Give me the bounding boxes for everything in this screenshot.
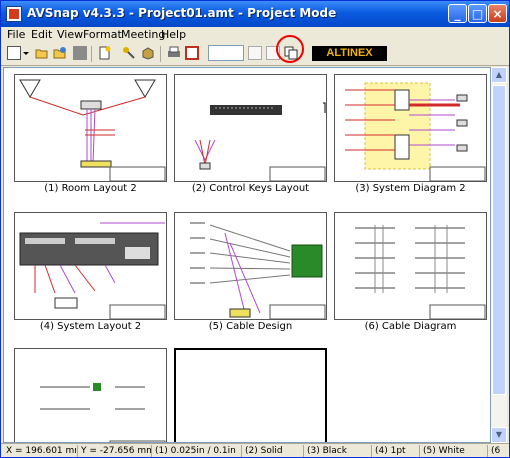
close-button[interactable]: × bbox=[488, 4, 507, 23]
app-window: AVSnap v4.3.3 - Project01.amt - Project … bbox=[0, 0, 510, 458]
box-icon[interactable] bbox=[141, 46, 155, 60]
page-icon[interactable] bbox=[248, 46, 262, 60]
menu-file[interactable]: File bbox=[7, 28, 25, 41]
cable-diagram-drawing bbox=[355, 225, 486, 320]
new-file-icon[interactable] bbox=[7, 46, 21, 60]
room-layout-drawing bbox=[19, 79, 166, 182]
status-bar: X = 196.601 mm Y = -27.656 mm (1) 0.025i… bbox=[1, 443, 509, 457]
chevron-down-icon[interactable] bbox=[22, 46, 30, 60]
page-caption: (3) System Diagram 2 bbox=[355, 183, 466, 194]
zoom-field[interactable] bbox=[208, 45, 244, 61]
system-layout-drawing bbox=[19, 222, 166, 320]
toolbar-separator bbox=[160, 46, 161, 62]
page-sheet bbox=[174, 74, 327, 182]
page-thumbnail-4[interactable]: (4) System Layout 2 bbox=[14, 212, 167, 332]
new-page-icon[interactable] bbox=[98, 46, 112, 60]
status-more: (6 bbox=[487, 445, 509, 457]
print-icon[interactable] bbox=[167, 46, 181, 60]
altinex-logo: ALTINEX bbox=[312, 46, 387, 61]
page-sheet bbox=[14, 74, 167, 182]
page-sheet bbox=[174, 348, 327, 442]
status-grid: (1) 0.025in / 0.1in bbox=[151, 445, 241, 457]
page-thumbnail-6[interactable]: (6) Cable Diagram bbox=[334, 212, 487, 332]
page-thumbnail-1[interactable]: (1) Room Layout 2 bbox=[14, 74, 167, 194]
page-thumbnail-5[interactable]: (5) Cable Design bbox=[174, 212, 327, 332]
menu-view[interactable]: View bbox=[57, 28, 83, 41]
title-bar[interactable]: AVSnap v4.3.3 - Project01.amt - Project … bbox=[1, 1, 509, 27]
page-sheet bbox=[14, 212, 167, 320]
status-color: (3) Black bbox=[303, 445, 371, 457]
page-thumbnail-8[interactable] bbox=[174, 348, 327, 442]
minimize-button[interactable]: _ bbox=[448, 4, 467, 23]
status-y: Y = -27.656 mm bbox=[77, 445, 151, 457]
maximize-button[interactable]: □ bbox=[468, 4, 487, 23]
window-title: AVSnap v4.3.3 - Project01.amt - Project … bbox=[27, 6, 337, 20]
scroll-down-icon[interactable]: ▼ bbox=[491, 427, 507, 443]
menu-meeting[interactable]: Meeting bbox=[121, 28, 165, 41]
scroll-thumb[interactable] bbox=[492, 85, 506, 395]
page-caption: (5) Cable Design bbox=[208, 321, 293, 332]
status-x: X = 196.601 mm bbox=[6, 446, 76, 456]
page-thumbnail-3[interactable]: (3) System Diagram 2 bbox=[334, 74, 487, 194]
scroll-up-icon[interactable]: ▲ bbox=[491, 67, 507, 83]
app-icon[interactable] bbox=[6, 6, 22, 22]
page-caption: (1) Room Layout 2 bbox=[44, 183, 137, 194]
system-diagram-drawing bbox=[345, 82, 486, 182]
open-folder-icon[interactable] bbox=[35, 46, 49, 60]
cable-design-drawing bbox=[190, 222, 326, 320]
vertical-scrollbar[interactable]: ▲ ▼ bbox=[491, 67, 507, 443]
highlight-circle bbox=[276, 35, 304, 63]
open-project-icon[interactable] bbox=[53, 46, 67, 60]
menu-bar: File Edit View Format Meeting Help bbox=[1, 27, 509, 43]
save-icon[interactable] bbox=[73, 46, 87, 60]
page-thumbnail-2[interactable]: (2) Control Keys Layout bbox=[174, 74, 327, 194]
page-sheet bbox=[334, 74, 487, 182]
control-keys-drawing bbox=[194, 102, 326, 182]
menu-help[interactable]: Help bbox=[161, 28, 186, 41]
page-caption: (6) Cable Diagram bbox=[364, 321, 457, 332]
page-thumbnail-7[interactable] bbox=[14, 348, 167, 442]
page-thumbnails-area[interactable]: (1) Room Layout 2 (2) Control Keys Layou… bbox=[3, 67, 491, 443]
page-sheet bbox=[174, 212, 327, 320]
status-line-style: (2) Solid bbox=[241, 445, 303, 457]
page-sheet bbox=[14, 348, 167, 442]
menu-format[interactable]: Format bbox=[83, 28, 122, 41]
pin-icon[interactable] bbox=[122, 46, 136, 60]
status-fill: (5) White bbox=[419, 445, 487, 457]
page-sheet bbox=[334, 212, 487, 320]
page-caption: (4) System Layout 2 bbox=[39, 321, 142, 332]
page-caption: (2) Control Keys Layout bbox=[191, 183, 310, 194]
status-width: (4) 1pt bbox=[371, 445, 419, 457]
frame-icon[interactable] bbox=[185, 46, 199, 60]
toolbar-separator bbox=[91, 46, 92, 62]
cable-list-drawing bbox=[40, 383, 166, 442]
toolbar bbox=[1, 43, 509, 66]
menu-edit[interactable]: Edit bbox=[31, 28, 52, 41]
